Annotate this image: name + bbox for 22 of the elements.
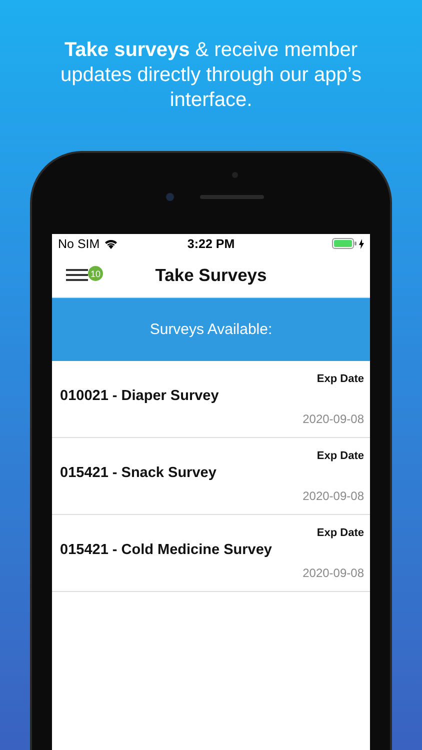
screen-title: Take Surveys bbox=[155, 264, 267, 286]
camera-icon bbox=[166, 193, 174, 201]
banner-label: Surveys Available: bbox=[150, 321, 272, 338]
wifi-icon bbox=[104, 238, 118, 249]
exp-date: 2020-09-08 bbox=[302, 488, 364, 505]
survey-row[interactable]: Exp Date 015421 - Cold Medicine Survey 2020-09-08 bbox=[52, 515, 370, 592]
exp-date: 2020-09-08 bbox=[302, 412, 364, 428]
menu-icon bbox=[66, 267, 88, 283]
survey-name: 015421 - Snack Survey bbox=[60, 465, 218, 484]
exp-date: 2020-09-08 bbox=[302, 566, 364, 582]
notification-badge: 10 bbox=[88, 266, 103, 281]
survey-row[interactable]: Exp Date 010021 - Diaper Survey 2020-09-08 bbox=[52, 361, 370, 438]
headline: Take surveys & receive member updates directly through our app’s interface. bbox=[60, 38, 362, 113]
date-label: Exp Date bbox=[316, 527, 364, 541]
date-label: Exp Date bbox=[316, 450, 364, 464]
survey-row[interactable]: Exp Date 015421 - Snack Survey 2020-09-08 bbox=[52, 438, 370, 515]
clock-time: 3:22 PM bbox=[187, 236, 235, 250]
survey-name: 010021 - Diaper Survey bbox=[60, 388, 220, 406]
survey-name: 015421 - Cold Medicine Survey bbox=[60, 542, 273, 560]
date-label: Exp Date bbox=[316, 373, 364, 387]
battery-icon bbox=[332, 238, 357, 249]
carrier-label: No SIM bbox=[58, 236, 100, 250]
